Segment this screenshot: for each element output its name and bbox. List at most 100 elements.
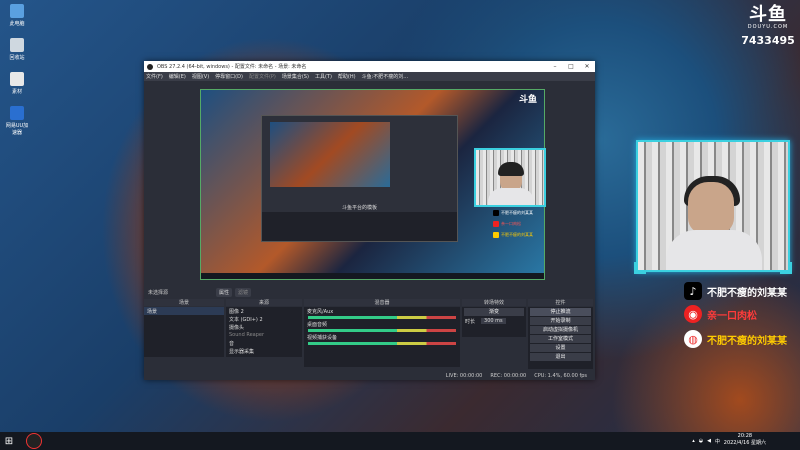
source-item[interactable]: 文本 (GDI+) 2 <box>226 315 302 323</box>
close-icon[interactable]: ✕ <box>579 63 595 70</box>
ime-icon[interactable]: 中 <box>715 438 720 445</box>
menu-scene-collection[interactable]: 场景集合(S) <box>282 73 309 80</box>
transition-select[interactable]: 渐变 <box>464 308 524 316</box>
desktop-icon-label: 素材 <box>11 89 22 95</box>
desktop-icon-material[interactable]: 素材 <box>4 72 30 95</box>
folder-icon <box>10 72 24 86</box>
social-weibo: ◍ 不肥不瘦的刘某某 <box>684 329 787 349</box>
sources-header: 来源 <box>226 299 302 306</box>
computer-icon <box>10 4 24 18</box>
volume-meter <box>308 316 456 319</box>
network-icon[interactable]: ▴ <box>692 438 695 444</box>
tiktok-icon: ♪ <box>684 282 702 300</box>
source-item[interactable]: Sound Reaper <box>226 331 302 339</box>
maximize-icon[interactable]: □ <box>563 63 579 70</box>
wifi-icon[interactable]: ◒ <box>699 438 703 444</box>
preview-social-weibo: 不肥不瘦的刘某某 <box>493 232 533 238</box>
taskbar: ⊞ <box>0 432 800 450</box>
studio-mode-button[interactable]: 工作室模式 <box>530 335 591 343</box>
scene-item[interactable]: 场景 <box>144 307 224 315</box>
filters-button[interactable]: 滤镜 <box>235 287 252 297</box>
social-text: 亲一口肉松 <box>707 310 757 322</box>
desktop-icon-label: 网易UU加速器 <box>5 123 29 136</box>
preview-social-tiktok: 不肥不瘦的刘某某 <box>493 210 533 216</box>
cpu-status: CPU: 1.4%, 60.00 fps <box>534 372 587 379</box>
transitions-header: 转场特效 <box>462 299 526 306</box>
douyu-logo-text: 斗鱼 <box>749 4 787 25</box>
controls-panel: 停止推流 开始录制 启动虚拟摄像机 工作室模式 设置 退出 <box>528 307 593 369</box>
windows-start-icon[interactable]: ⊞ <box>0 432 18 450</box>
preview-webcam <box>474 148 546 207</box>
obs-preview[interactable]: 斗鱼 斗鱼平台的模板 不肥不瘦的刘某某 亲一口肉松 不肥不瘦的刘某某 <box>200 89 546 280</box>
room-id: 7433495 <box>741 34 795 47</box>
douyu-logo: 斗鱼 DOUYU.COM 7433495 <box>740 4 796 48</box>
duration-input[interactable]: 300 ms <box>481 318 506 324</box>
menu-profile[interactable]: 配置文件(P) <box>249 73 276 80</box>
netease-icon: ◉ <box>684 305 702 323</box>
start-recording-button[interactable]: 开始录制 <box>530 317 591 325</box>
live-status: LIVE: 00:00:00 <box>445 372 483 379</box>
uu-accelerator-icon <box>10 106 24 120</box>
stop-streaming-button[interactable]: 停止推流 <box>530 308 591 316</box>
menu-tools[interactable]: 工具(T) <box>315 73 332 80</box>
desktop-icon-this-pc[interactable]: 此电脑 <box>4 4 30 27</box>
desktop-icon-label: 此电脑 <box>9 21 25 27</box>
social-netease: ◉ 亲一口肉松 <box>684 304 757 324</box>
scenes-panel: 场景 <box>144 307 224 357</box>
minimize-icon[interactable]: – <box>547 63 563 70</box>
source-item[interactable]: 图像 2 <box>226 307 302 315</box>
douyu-domain: DOUYU.COM <box>747 24 789 30</box>
clock-date: 2022/4/16 星期六 <box>723 440 766 446</box>
scenes-header: 场景 <box>144 299 224 306</box>
volume-meter <box>308 342 456 345</box>
mixer-channel-name: 桌面音频 <box>307 321 328 328</box>
duration-label: 时长 <box>465 318 476 325</box>
desktop-icon-uu[interactable]: 网易UU加速器 <box>4 106 30 136</box>
nested-obs-window: 斗鱼平台的模板 <box>261 115 458 242</box>
menu-douyu[interactable]: 斗鱼:不肥不瘦的刘... <box>362 73 408 80</box>
taskbar-clock[interactable]: 20:28 2022/4/16 星期六 <box>724 433 766 447</box>
social-text: 不肥不瘦的刘某某 <box>707 287 787 299</box>
social-text: 不肥不瘦的刘某某 <box>707 335 787 347</box>
volume-icon[interactable]: ◀ <box>707 438 711 444</box>
desktop-icon-label: 回收站 <box>9 55 25 61</box>
obs-window[interactable]: OBS 27.2.4 (64-bit, windows) - 配置文件: 未命名… <box>144 61 595 380</box>
mixer-header: 混音器 <box>304 299 460 306</box>
virtual-camera-button[interactable]: 启动虚拟摄像机 <box>530 326 591 334</box>
rec-status: REC: 00:00:00 <box>490 372 527 379</box>
source-item[interactable]: 显示器采集 <box>226 347 302 355</box>
obs-titlebar[interactable]: OBS 27.2.4 (64-bit, windows) - 配置文件: 未命名… <box>144 61 595 72</box>
menu-view[interactable]: 视图(V) <box>192 73 209 80</box>
controls-header: 控件 <box>528 299 593 306</box>
obs-statusbar: LIVE: 00:00:00 REC: 00:00:00 CPU: 1.4%, … <box>144 371 595 380</box>
menu-docks[interactable]: 停靠窗口(D) <box>215 73 243 80</box>
mixer-channel-name: 视频捕获设备 <box>307 334 338 341</box>
properties-button[interactable]: 属性 <box>216 287 233 297</box>
volume-meter <box>308 329 456 332</box>
menu-help[interactable]: 帮助(H) <box>338 73 356 80</box>
clock-time: 20:28 <box>737 433 753 439</box>
social-tiktok: ♪ 不肥不瘦的刘某某 <box>684 281 787 301</box>
obs-menubar: 文件(F) 编辑(E) 视图(V) 停靠窗口(D) 配置文件(P) 场景集合(S… <box>144 72 595 81</box>
source-item[interactable]: 摄像头 <box>226 323 302 331</box>
obs-taskbar-icon[interactable] <box>26 433 42 449</box>
mixer-panel: 麦克风/Aux 桌面音频 视频捕获设备 <box>304 307 460 367</box>
transitions-panel: 渐变 时长 300 ms <box>462 307 526 337</box>
menu-file[interactable]: 文件(F) <box>146 73 163 80</box>
desktop-icon-recycle-bin[interactable]: 回收站 <box>4 38 30 61</box>
mixer-channel-name: 麦克风/Aux <box>307 308 334 315</box>
nested-title: 斗鱼平台的模板 <box>341 205 377 211</box>
menu-edit[interactable]: 编辑(E) <box>169 73 186 80</box>
source-item[interactable]: 音 <box>226 339 302 347</box>
preview-douyu-logo: 斗鱼 <box>519 95 538 105</box>
system-tray: ▴ ◒ ◀ 中 <box>692 432 720 450</box>
obs-title: OBS 27.2.4 (64-bit, windows) - 配置文件: 未命名… <box>157 64 307 70</box>
no-source-selected: 未选择源 <box>148 289 169 296</box>
exit-button[interactable]: 退出 <box>530 353 591 361</box>
obs-logo-icon <box>147 63 153 70</box>
weibo-icon: ◍ <box>684 330 702 348</box>
preview-social-netease: 亲一口肉松 <box>493 221 521 227</box>
webcam-overlay <box>634 140 792 274</box>
settings-button[interactable]: 设置 <box>530 344 591 352</box>
sources-panel: 图像 2 文本 (GDI+) 2 摄像头 Sound Reaper 音 显示器采… <box>226 307 302 357</box>
